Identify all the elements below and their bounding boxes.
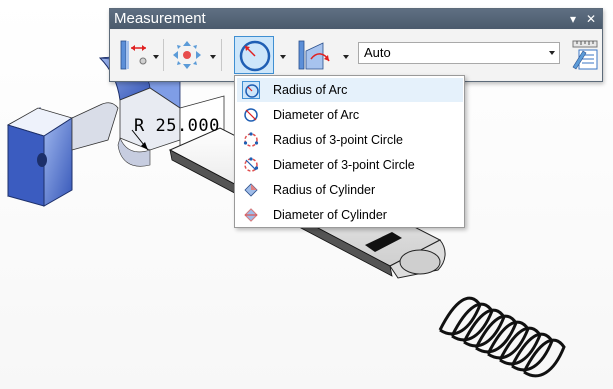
menu-item-label: Diameter of Cylinder <box>273 208 387 222</box>
center-tool-button[interactable] <box>168 36 204 74</box>
distance-tool-button[interactable] <box>114 36 148 74</box>
center-tool-dropdown-arrow[interactable] <box>210 55 216 59</box>
angle-tool-button[interactable] <box>292 36 336 74</box>
measure-mode-select[interactable]: Auto <box>358 42 560 64</box>
spring-part[interactable] <box>438 296 566 378</box>
diameter-of-cylinder-icon <box>242 206 260 224</box>
menu-item-label: Radius of Arc <box>273 83 348 97</box>
title-bar[interactable]: Measurement ▾ ✕ <box>110 9 602 29</box>
measurement-settings-button[interactable] <box>568 36 600 74</box>
menu-item-diameter-of-cylinder[interactable]: Diameter of Cylinder <box>237 203 463 227</box>
radius-dimension-label[interactable]: R 25.000 <box>134 116 220 136</box>
menu-item-label: Diameter of Arc <box>273 108 360 122</box>
toolbar-separator <box>163 39 164 71</box>
measure-mode-value: Auto <box>364 45 391 60</box>
window-title: Measurement <box>114 10 206 27</box>
measurement-toolbar-window[interactable]: Measurement ▾ ✕ Auto <box>109 8 603 82</box>
window-options-button[interactable]: ▾ <box>566 9 580 29</box>
menu-item-radius-3point-circle[interactable]: Radius of 3-point Circle <box>237 128 463 152</box>
menu-item-label: Radius of 3-point Circle <box>273 133 403 147</box>
radius-of-cylinder-icon <box>242 181 260 199</box>
radius-3point-circle-icon <box>242 131 260 149</box>
diameter-of-arc-icon <box>242 106 260 124</box>
arc-radius-tool-button[interactable] <box>234 36 274 74</box>
diameter-3point-circle-icon <box>242 156 260 174</box>
menu-item-radius-of-cylinder[interactable]: Radius of Cylinder <box>237 178 463 202</box>
toolbar-separator <box>221 39 222 71</box>
angle-icon <box>298 40 330 70</box>
center-point-icon <box>173 41 201 69</box>
arc-radius-icon <box>239 40 271 72</box>
radius-of-arc-icon <box>242 81 260 99</box>
menu-item-label: Diameter of 3-point Circle <box>273 158 415 172</box>
menu-item-label: Radius of Cylinder <box>273 183 376 197</box>
chevron-down-icon <box>549 51 555 55</box>
distance-tool-dropdown-arrow[interactable] <box>153 55 159 59</box>
menu-item-diameter-of-arc[interactable]: Diameter of Arc <box>237 103 463 127</box>
measurement-toolbar: Auto <box>110 30 602 80</box>
arc-radius-tool-dropdown-arrow[interactable] <box>280 55 286 59</box>
close-button[interactable]: ✕ <box>584 9 598 29</box>
arc-measure-menu: Radius of Arc Diameter of Arc Radius of … <box>234 75 465 228</box>
menu-item-radius-of-arc[interactable]: Radius of Arc <box>237 78 463 102</box>
angle-tool-dropdown-arrow[interactable] <box>343 55 349 59</box>
menu-item-diameter-3point-circle[interactable]: Diameter of 3-point Circle <box>237 153 463 177</box>
measurement-settings-icon <box>572 40 598 70</box>
point-to-plane-distance-icon <box>120 40 147 70</box>
